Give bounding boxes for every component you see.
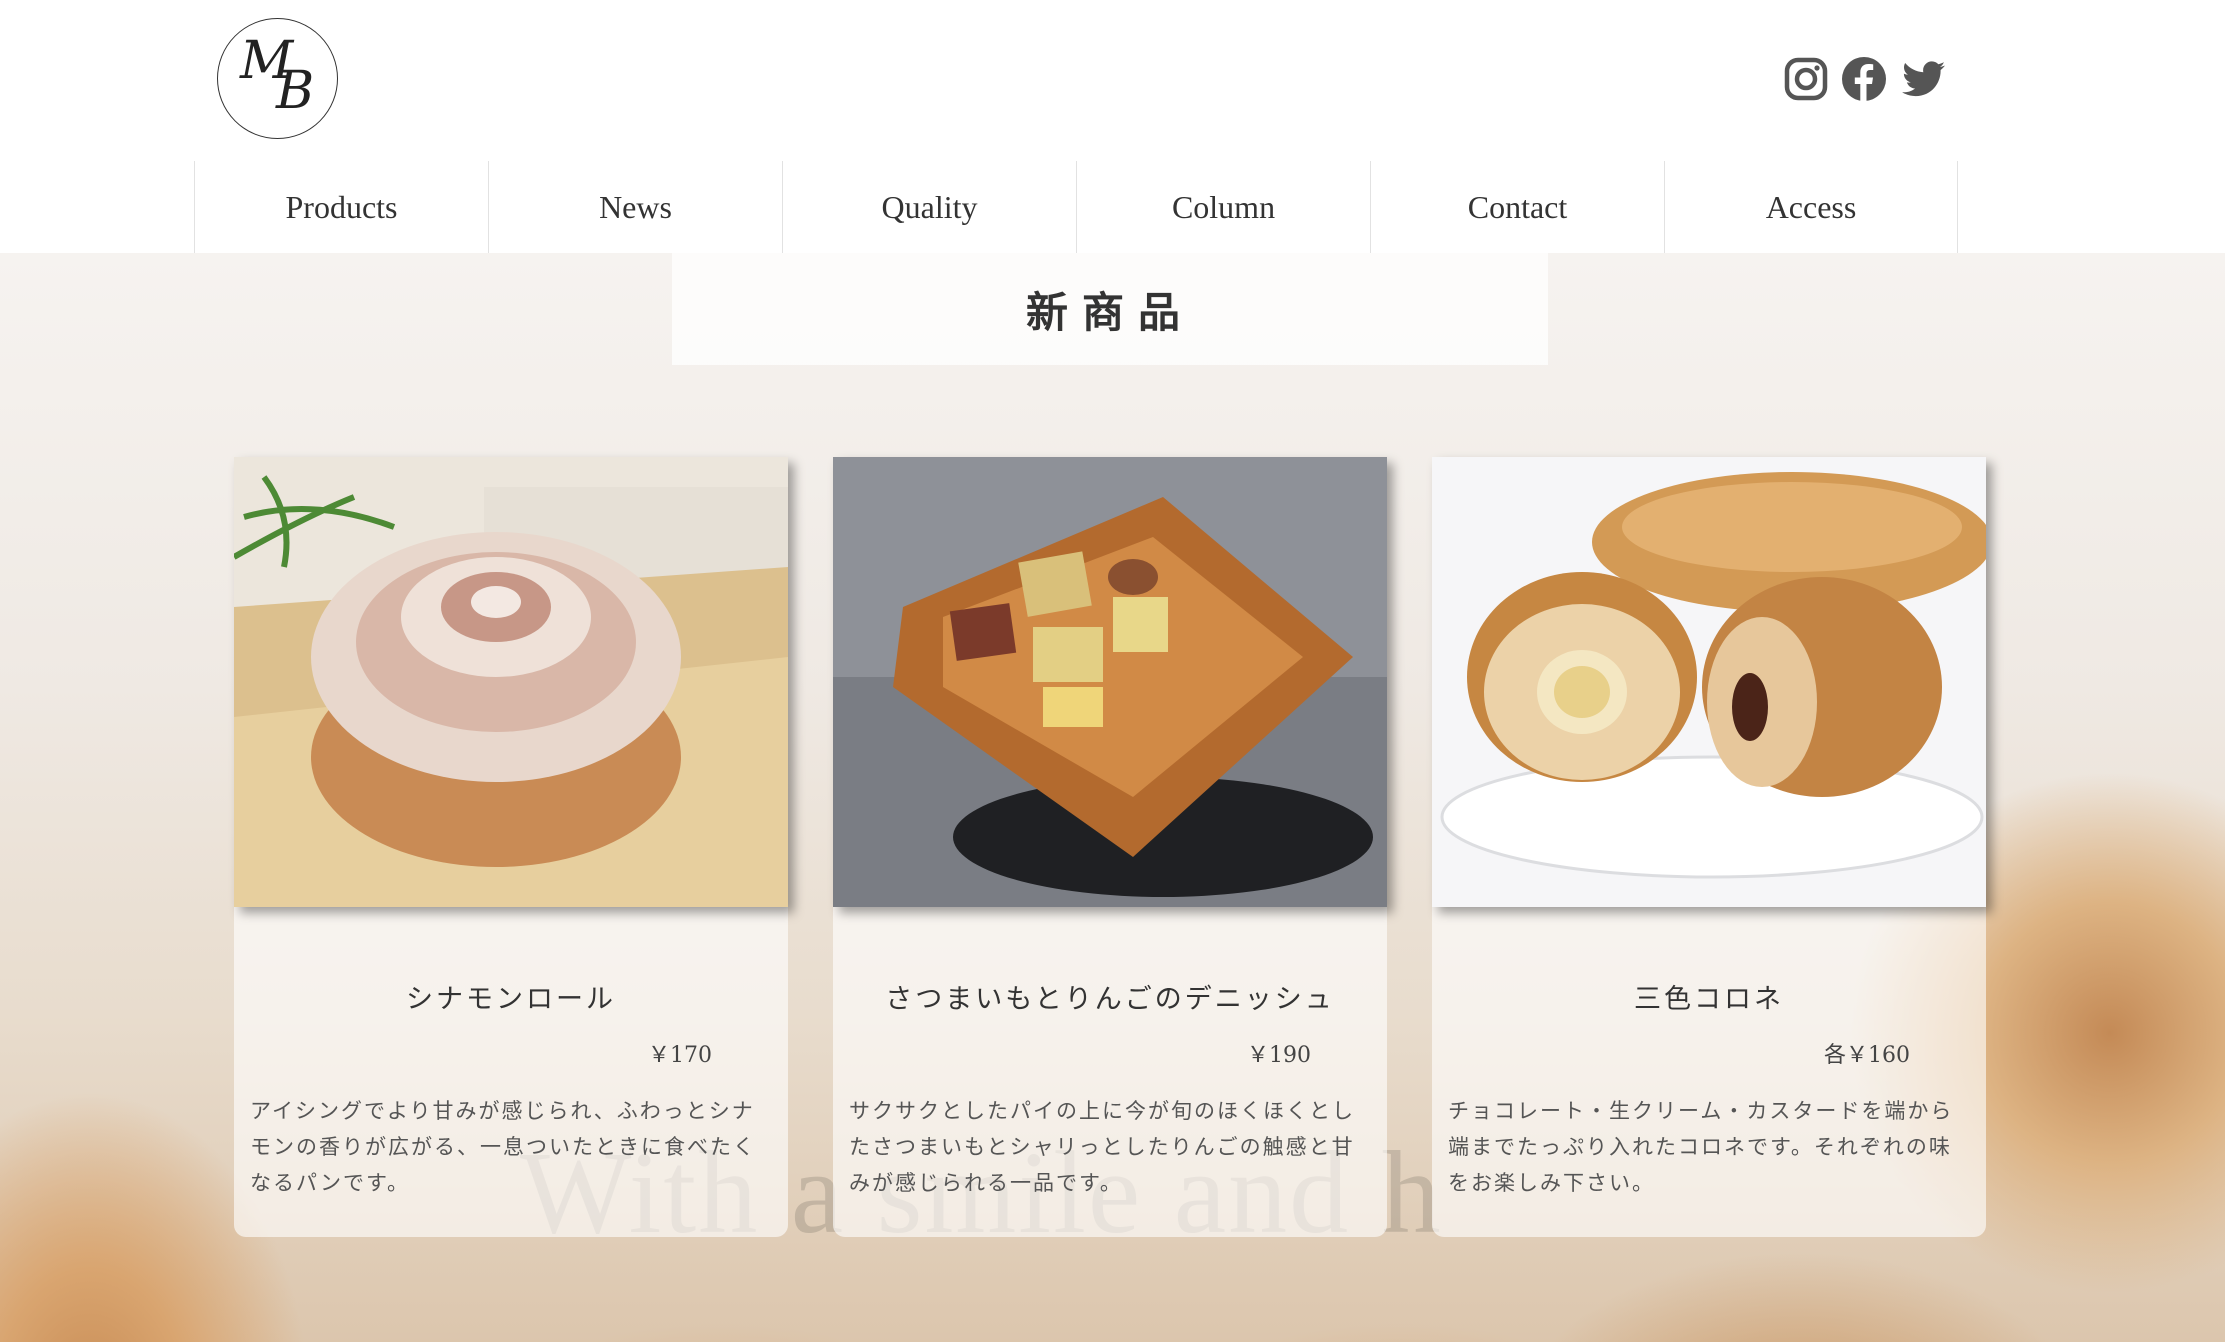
instagram-icon[interactable] [1782,55,1830,107]
main-nav: Products News Quality Column Contact Acc… [194,161,1958,253]
site-header: M B Products News Quality Column Contact… [0,0,2225,253]
product-name: シナモンロール [406,984,616,1015]
product-image-danish[interactable] [833,457,1387,907]
nav-contact[interactable]: Contact [1370,161,1664,253]
nav-quality[interactable]: Quality [782,161,1076,253]
product-description: チョコレート・生クリーム・カスタードを端から端までたっぷり入れたコロネです。それ… [1448,1099,1954,1195]
product-card-cinnamon-roll[interactable]: シナモンロール ￥170 アイシングでより甘みが感じられ、ふわっとシナモンの香り… [234,457,788,1237]
product-price: ￥170 [648,1043,712,1068]
nav-access[interactable]: Access [1664,161,1958,253]
nav-news[interactable]: News [488,161,782,253]
product-card-sweet-potato-apple-danish[interactable]: さつまいもとりんごのデニッシュ ￥190 サクサクとしたパイの上に今が旬のほくほ… [833,457,1387,1237]
section-title: 新商品 [1025,287,1194,337]
nav-column[interactable]: Column [1076,161,1370,253]
product-description: アイシングでより甘みが感じられ、ふわっとシナモンの香りが広がる、一息ついたときに… [250,1099,756,1195]
product-price: 各￥160 [1824,1043,1910,1068]
product-card-tricolor-cornet[interactable]: 三色コロネ 各￥160 チョコレート・生クリーム・カスタードを端から端までたっぷ… [1432,457,1986,1237]
nav-products[interactable]: Products [194,161,488,253]
product-description: サクサクとしたパイの上に今が旬のほくほくとしたさつまいもとシャリっとしたりんごの… [849,1099,1355,1195]
mm-bakery-logo[interactable]: M B [217,18,338,139]
twitter-icon[interactable] [1900,55,1948,107]
facebook-icon[interactable] [1840,55,1888,107]
product-name: さつまいもとりんごのデニッシュ [885,984,1335,1015]
product-name: 三色コロネ [1634,984,1784,1015]
product-image-cornet[interactable] [1432,457,1986,907]
section-title-box: 新商品 [672,253,1548,365]
product-image-cinnamon-roll[interactable] [234,457,788,907]
product-price: ￥190 [1247,1043,1311,1068]
logo-letter-b: B [276,61,315,121]
